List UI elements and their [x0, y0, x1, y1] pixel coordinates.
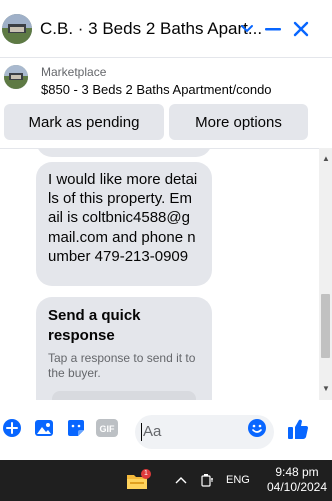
mark-as-pending-button[interactable]: Mark as pending — [4, 104, 164, 140]
clock-time: 9:48 pm — [275, 465, 319, 479]
notification-badge: 1 — [141, 469, 151, 479]
quick-response-card: Send a quick response Tap a response to … — [36, 297, 212, 400]
close-icon[interactable] — [290, 18, 312, 40]
message-text-field[interactable] — [143, 423, 243, 440]
clock-date: 04/10/2024 — [266, 480, 328, 494]
conversation-title[interactable]: C.B. · 3 Beds 2 Baths Apart... — [40, 19, 262, 39]
chevron-down-icon[interactable] — [236, 18, 258, 40]
scroll-down-arrow-icon[interactable]: ▼ — [322, 384, 330, 393]
svg-text:GIF: GIF — [100, 424, 116, 434]
scroll-up-arrow-icon[interactable]: ▲ — [322, 154, 330, 163]
chat-header: C.B. · 3 Beds 2 Baths Apart... — [0, 0, 332, 58]
message-list[interactable]: I would like more details of this proper… — [0, 148, 319, 400]
chevron-up-icon[interactable] — [174, 473, 188, 487]
sticker-icon[interactable] — [65, 417, 87, 439]
scrollbar-thumb[interactable] — [321, 294, 330, 358]
message-composer: GIF — [0, 404, 332, 456]
quick-response-title: Send a quick response — [48, 307, 141, 344]
gif-icon[interactable]: GIF — [96, 417, 118, 439]
listing-thumbnail — [4, 65, 28, 89]
text-caret — [141, 423, 142, 441]
quick-response-option[interactable] — [52, 391, 196, 400]
more-options-button[interactable]: More options — [169, 104, 308, 140]
scrollbar[interactable]: ▲ ▼ — [319, 148, 332, 400]
emoji-icon[interactable] — [246, 417, 268, 439]
previous-message-bubble — [36, 149, 212, 157]
listing-source-label: Marketplace — [41, 65, 107, 79]
minus-icon[interactable] — [262, 18, 284, 40]
taskbar: 1 ENG 9:48 pm 04/10/2024 — [0, 460, 332, 501]
message-bubble: I would like more details of this proper… — [36, 162, 212, 286]
thumbs-up-icon[interactable] — [286, 417, 310, 441]
avatar[interactable] — [2, 14, 32, 44]
plus-circle-icon[interactable] — [1, 417, 23, 439]
listing-title: $850 - 3 Beds 2 Baths Apartment/condo — [41, 82, 272, 97]
listing-info[interactable]: Marketplace $850 - 3 Beds 2 Baths Apartm… — [0, 58, 332, 104]
quick-response-subtitle: Tap a response to send it to the buyer. — [48, 351, 196, 380]
language-indicator[interactable]: ENG — [226, 474, 250, 486]
image-icon[interactable] — [33, 417, 55, 439]
clock[interactable]: 9:48 pm 04/10/2024 — [262, 465, 332, 495]
battery-icon[interactable] — [199, 472, 215, 488]
